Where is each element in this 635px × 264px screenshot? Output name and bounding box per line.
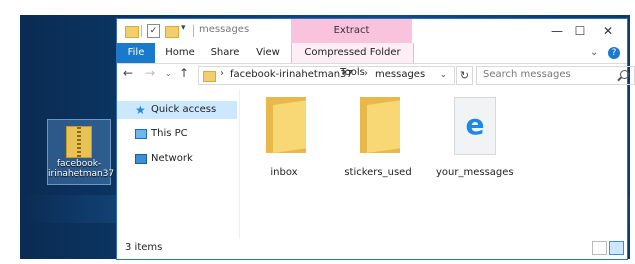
up-button[interactable]: ↑ — [179, 66, 189, 80]
breadcrumb-item[interactable]: messages — [375, 69, 425, 80]
document-icon: e — [454, 97, 496, 155]
star-icon: ★ — [135, 103, 146, 117]
desktop-zip-item[interactable]: facebook-irinahetman37 — [47, 119, 115, 185]
file-item-folder[interactable]: inbox — [249, 97, 319, 178]
new-folder-icon[interactable] — [165, 26, 179, 38]
desktop-item-label: facebook-irinahetman37 — [48, 159, 115, 179]
file-label: stickers_used — [344, 167, 412, 178]
network-icon — [135, 154, 147, 164]
nav-item-label: Network — [151, 153, 193, 164]
folder-icon — [203, 71, 216, 82]
maximize-button[interactable]: ☐ — [565, 22, 595, 40]
window-title: messages — [199, 24, 250, 35]
properties-icon[interactable]: ✓ — [147, 24, 160, 38]
customize-toolbar-icon[interactable]: ▾ — [181, 23, 186, 36]
item-count: 3 items — [125, 242, 163, 253]
zip-folder-icon — [66, 126, 92, 158]
folder-icon-front — [367, 100, 400, 153]
separator — [193, 25, 194, 37]
folder-icon-front — [273, 100, 306, 153]
nav-item-quick-access[interactable]: ★ Quick access — [117, 101, 237, 119]
breadcrumb-separator[interactable]: › — [364, 68, 368, 79]
tab-home[interactable]: Home — [161, 43, 199, 63]
nav-item-this-pc[interactable]: This PC — [117, 125, 237, 143]
address-bar[interactable]: › facebook-irinahetman37 › messages ⌄ — [198, 66, 455, 85]
file-item-html[interactable]: e your_messages — [436, 97, 514, 178]
pane-divider[interactable] — [239, 89, 240, 239]
search-placeholder: Search messages — [483, 69, 571, 80]
file-label: inbox — [270, 167, 298, 178]
tab-view[interactable]: View — [251, 43, 285, 63]
nav-item-label: Quick access — [151, 104, 217, 115]
expand-ribbon-icon[interactable]: ⌄ — [590, 47, 598, 58]
file-label: your_messages — [436, 167, 514, 178]
separator — [141, 25, 142, 37]
title-bar: ✓ ▾ messages Extract — ☐ ✕ — [117, 19, 627, 43]
back-button[interactable]: ← — [123, 66, 133, 80]
forward-button[interactable]: → — [145, 66, 155, 80]
explorer-window: ✓ ▾ messages Extract — ☐ ✕ File Home Sha… — [116, 18, 635, 260]
breadcrumb-separator[interactable]: › — [220, 68, 224, 79]
address-dropdown-icon[interactable]: ⌄ — [440, 70, 447, 79]
edge-icon: e — [465, 108, 485, 141]
details-view-icon[interactable] — [592, 241, 607, 255]
address-row: ← → ⌄ ↑ › facebook-irinahetman37 › messa… — [117, 64, 635, 86]
file-item-folder[interactable]: stickers_used — [343, 97, 413, 178]
recent-locations-icon[interactable]: ⌄ — [165, 69, 172, 78]
extract-context-header: Extract — [291, 19, 412, 43]
ribbon-tabs: File Home Share View Compressed Folder T… — [117, 43, 627, 78]
folder-icon — [125, 26, 139, 38]
nav-item-network[interactable]: Network — [117, 150, 237, 168]
large-icons-view-icon[interactable] — [609, 241, 624, 255]
close-button[interactable]: ✕ — [593, 22, 623, 40]
refresh-button[interactable]: ↻ — [456, 66, 473, 85]
breadcrumb-item[interactable]: facebook-irinahetman37 — [230, 69, 353, 80]
computer-icon — [135, 129, 147, 139]
search-input[interactable]: Search messages — [476, 66, 635, 85]
nav-item-label: This PC — [151, 128, 188, 139]
help-icon[interactable]: ? — [608, 47, 620, 59]
tab-compressed-folder-tools[interactable]: Compressed Folder Tools — [291, 43, 414, 78]
status-bar: 3 items — [117, 237, 627, 257]
search-icon[interactable] — [620, 70, 629, 79]
tab-file[interactable]: File — [117, 43, 155, 63]
tab-share[interactable]: Share — [205, 43, 245, 63]
navigation-pane: ★ Quick access This PC Network — [117, 93, 237, 233]
